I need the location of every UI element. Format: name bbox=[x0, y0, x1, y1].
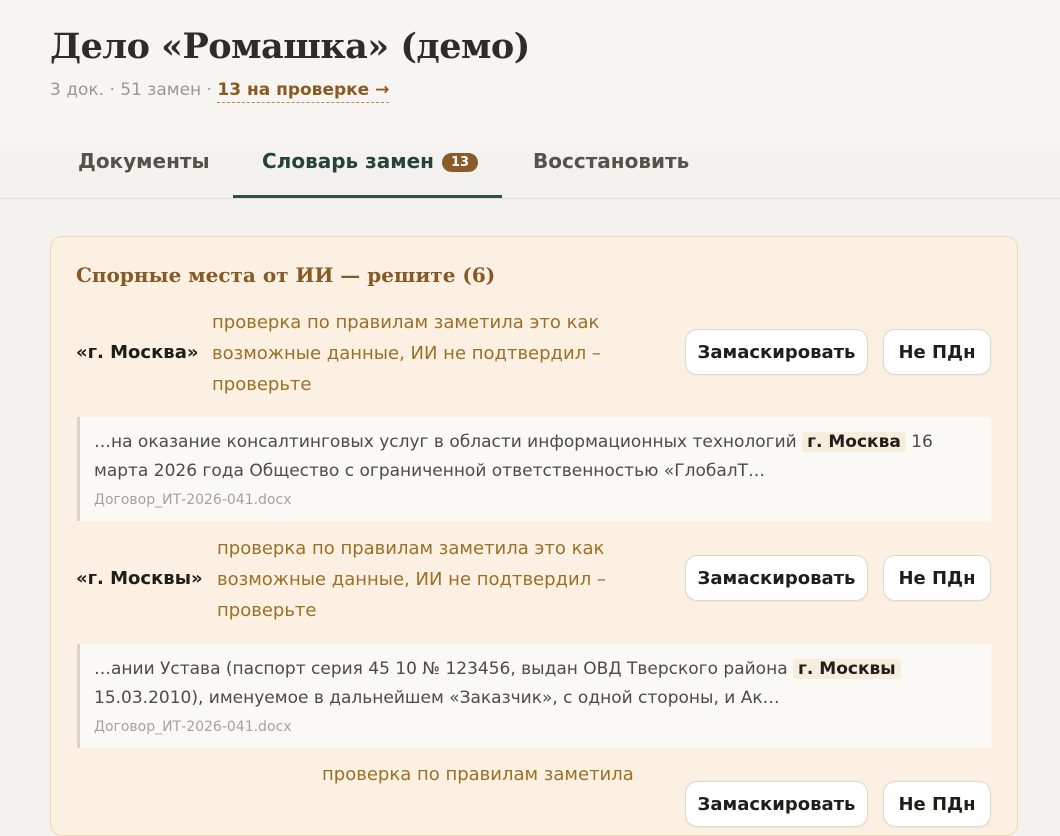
note-line: возможные данные, ИИ не подтвердил – bbox=[212, 343, 601, 364]
tab-replacement-dictionary[interactable]: Словарь замен 13 bbox=[233, 145, 502, 198]
note-line: проверка по правилам заметила это как bbox=[217, 538, 605, 559]
dispute-note: проверка по правилам заметила это как во… bbox=[217, 533, 606, 626]
context-text: …на оказание консалтинговых услуг в обла… bbox=[94, 428, 977, 486]
source-file: Договор_ИТ-2026-041.docx bbox=[94, 492, 292, 508]
dispute-note: проверка по правилам заметила bbox=[322, 759, 634, 790]
tab-restore[interactable]: Восстановить bbox=[533, 145, 693, 198]
case-counts: 3 док. · 51 замен · bbox=[50, 80, 218, 100]
tab-documents[interactable]: Документы bbox=[78, 145, 210, 198]
mask-button[interactable]: Замаскировать bbox=[685, 329, 868, 375]
note-line: проверка по правилам заметила это как bbox=[212, 312, 600, 333]
note-line: проверьте bbox=[217, 600, 317, 621]
context-text: …ании Устава (паспорт серия 45 10 № 1234… bbox=[94, 655, 977, 713]
dispute-note: проверка по правилам заметила это как во… bbox=[212, 307, 601, 400]
panel-title: Спорные места от ИИ — решите (6) bbox=[76, 263, 496, 287]
page-title: Дело «Ромашка» (демо) bbox=[50, 26, 530, 67]
note-line: проверьте bbox=[212, 374, 312, 395]
review-link[interactable]: 13 на проверке → bbox=[217, 80, 390, 103]
context-before: …на оказание консалтинговых услуг в обла… bbox=[94, 432, 803, 452]
mask-button[interactable]: Замаскировать bbox=[685, 781, 868, 827]
not-pii-button[interactable]: Не ПДн bbox=[883, 781, 991, 827]
source-file: Договор_ИТ-2026-041.docx bbox=[94, 719, 292, 735]
note-line: проверка по правилам заметила bbox=[322, 764, 634, 785]
tab-label: Документы bbox=[78, 149, 210, 173]
count-badge: 13 bbox=[442, 153, 479, 172]
case-meta: 3 док. · 51 замен · 13 на проверке → bbox=[50, 80, 390, 103]
tab-bar: Документы Словарь замен 13 Восстановить bbox=[0, 145, 1060, 199]
note-line: возможные данные, ИИ не подтвердил – bbox=[217, 569, 606, 590]
context-highlight: г. Москвы bbox=[793, 659, 901, 679]
not-pii-button[interactable]: Не ПДн bbox=[883, 329, 991, 375]
context-snippet: …на оказание консалтинговых услуг в обла… bbox=[77, 417, 991, 521]
disputed-items-panel: Спорные места от ИИ — решите (6) «г. Мос… bbox=[50, 236, 1018, 836]
tab-label: Восстановить bbox=[533, 149, 690, 173]
context-highlight: г. Москва bbox=[802, 432, 906, 452]
context-snippet: …ании Устава (паспорт серия 45 10 № 1234… bbox=[77, 644, 991, 748]
context-after: 15.03.2010), именуемое в дальнейшем «Зак… bbox=[94, 688, 780, 708]
disputed-term: «г. Москвы» bbox=[76, 568, 203, 589]
header: Дело «Ромашка» (демо) 3 док. · 51 замен … bbox=[0, 0, 1060, 145]
context-before: …ании Устава (паспорт серия 45 10 № 1234… bbox=[94, 659, 794, 679]
disputed-term: «г. Москва» bbox=[76, 342, 199, 363]
tab-label: Словарь замен bbox=[262, 149, 434, 173]
not-pii-button[interactable]: Не ПДн bbox=[883, 555, 991, 601]
mask-button[interactable]: Замаскировать bbox=[685, 555, 868, 601]
